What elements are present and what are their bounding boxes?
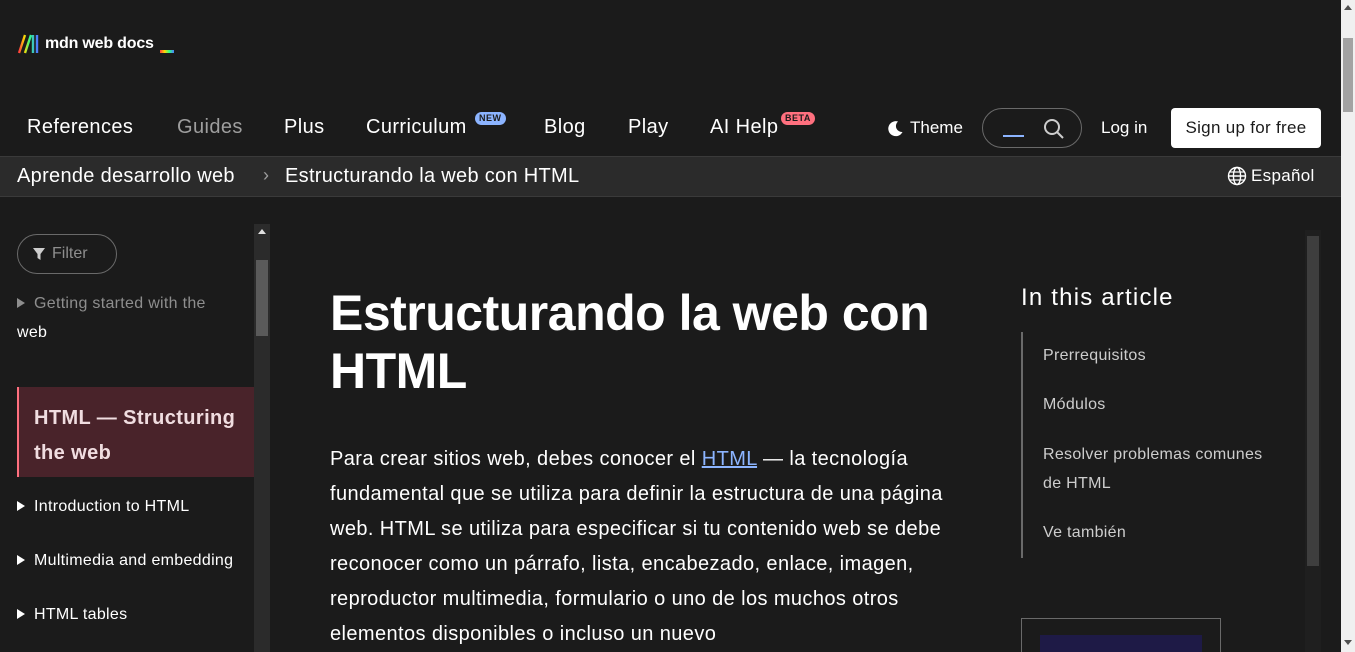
- theme-label: Theme: [910, 118, 963, 137]
- nav-plus[interactable]: Plus: [284, 116, 325, 139]
- logo-cursor: [159, 49, 174, 53]
- toc-item-see-also[interactable]: Ve también: [1043, 518, 1288, 547]
- breadcrumb-separator: ›: [263, 165, 270, 185]
- beta-badge: BETA: [781, 112, 815, 125]
- promo-image: [1040, 635, 1202, 652]
- nav-blog[interactable]: Blog: [544, 116, 586, 139]
- promo-card[interactable]: [1021, 618, 1221, 652]
- nav-references[interactable]: References: [27, 116, 133, 139]
- intro-paragraph: Para crear sitios web, debes conocer el …: [330, 442, 970, 652]
- logo-text: mdn web docs: [45, 35, 154, 52]
- moon-icon: [888, 120, 903, 136]
- globe-icon: [1227, 166, 1247, 186]
- toc-scrollbar[interactable]: [1305, 230, 1321, 652]
- page-scroll-thumb[interactable]: [1343, 38, 1353, 112]
- new-badge: NEW: [475, 112, 506, 125]
- mdn-logo[interactable]: mdn web docs: [17, 32, 174, 56]
- html-link[interactable]: HTML: [702, 448, 757, 470]
- nav-guides[interactable]: Guides: [177, 116, 243, 139]
- nav-curriculum[interactable]: Curriculum: [366, 116, 467, 139]
- nav-curriculum-label: Curriculum: [366, 116, 467, 138]
- toc-item-label-2: de HTML: [1043, 475, 1111, 492]
- nav-ai-help-label: AI Help: [710, 116, 779, 138]
- sidebar-item-label-2: the web: [34, 442, 112, 464]
- sidebar-item-html-structuring[interactable]: HTML — Structuring the web: [17, 387, 254, 477]
- sidebar-item-label-2: web: [17, 324, 48, 341]
- sidebar-scrollbar[interactable]: [254, 224, 270, 652]
- main-nav: References Guides Plus Curriculum NEW Bl…: [0, 108, 1341, 156]
- toc-scroll-thumb[interactable]: [1307, 236, 1319, 566]
- scroll-up-arrow-icon[interactable]: [258, 229, 266, 234]
- search-caret: [1003, 135, 1024, 137]
- language-switcher[interactable]: Español: [1227, 166, 1315, 186]
- scroll-down-arrow-icon[interactable]: [1344, 640, 1352, 645]
- nav-play[interactable]: Play: [628, 116, 669, 139]
- sidebar-item-html-tables[interactable]: HTML tables: [17, 600, 237, 629]
- expand-triangle-icon: [17, 555, 25, 565]
- expand-triangle-icon: [17, 298, 25, 308]
- sidebar: Filter Getting started with the web HTML…: [0, 224, 270, 652]
- mdn-logo-icon: [17, 34, 39, 54]
- scroll-up-arrow-icon[interactable]: [1344, 5, 1352, 10]
- page-title-line-2: HTML: [330, 343, 467, 399]
- toc-title: In this article: [1021, 284, 1174, 311]
- login-link[interactable]: Log in: [1101, 118, 1147, 138]
- page-title-line-1: Estructurando la web con: [330, 285, 930, 341]
- page-title: Estructurando la web con HTML: [330, 284, 970, 400]
- page-scrollbar[interactable]: [1341, 0, 1355, 652]
- sidebar-item-intro-html[interactable]: Introduction to HTML: [17, 492, 237, 521]
- intro-text-after: — la tecnología fundamental que se utili…: [330, 448, 943, 645]
- sidebar-item-label: HTML — Structuring: [34, 407, 236, 429]
- sidebar-item-label: Getting started with the: [34, 295, 206, 312]
- table-of-contents: Prerrequisitos Módulos Resolver problema…: [1021, 332, 1291, 558]
- toc-item-modules[interactable]: Módulos: [1043, 390, 1288, 419]
- intro-text-before: Para crear sitios web, debes conocer el: [330, 448, 702, 470]
- theme-button[interactable]: Theme: [887, 118, 963, 138]
- breadcrumb-item-learn[interactable]: Aprende desarrollo web: [17, 165, 235, 188]
- expand-triangle-icon: [17, 501, 25, 511]
- sidebar-item-multimedia[interactable]: Multimedia and embedding: [17, 546, 237, 575]
- search-icon: [1044, 119, 1064, 139]
- nav-ai-help[interactable]: AI Help: [710, 116, 778, 139]
- sidebar-scroll-thumb[interactable]: [256, 260, 268, 336]
- filter-icon: [33, 248, 45, 260]
- breadcrumb: Aprende desarrollo web › Estructurando l…: [0, 156, 1341, 197]
- search-input[interactable]: [982, 108, 1082, 148]
- filter-placeholder: Filter: [52, 245, 88, 262]
- filter-input[interactable]: Filter: [17, 234, 117, 274]
- expand-triangle-icon: [17, 609, 25, 619]
- sidebar-item-label: HTML tables: [34, 606, 128, 623]
- toc-item-prerequisites[interactable]: Prerrequisitos: [1043, 341, 1288, 370]
- signup-button[interactable]: Sign up for free: [1171, 108, 1321, 148]
- sidebar-item-label: Introduction to HTML: [34, 498, 190, 515]
- toc-item-troubleshooting[interactable]: Resolver problemas comunes de HTML: [1043, 440, 1288, 498]
- breadcrumb-item-current[interactable]: Estructurando la web con HTML: [285, 165, 579, 188]
- sidebar-item-label: Multimedia and embedding: [34, 552, 234, 569]
- sidebar-item-getting-started[interactable]: Getting started with the web: [17, 289, 237, 347]
- language-label: Español: [1251, 166, 1315, 185]
- toc-item-label: Resolver problemas comunes: [1043, 446, 1263, 463]
